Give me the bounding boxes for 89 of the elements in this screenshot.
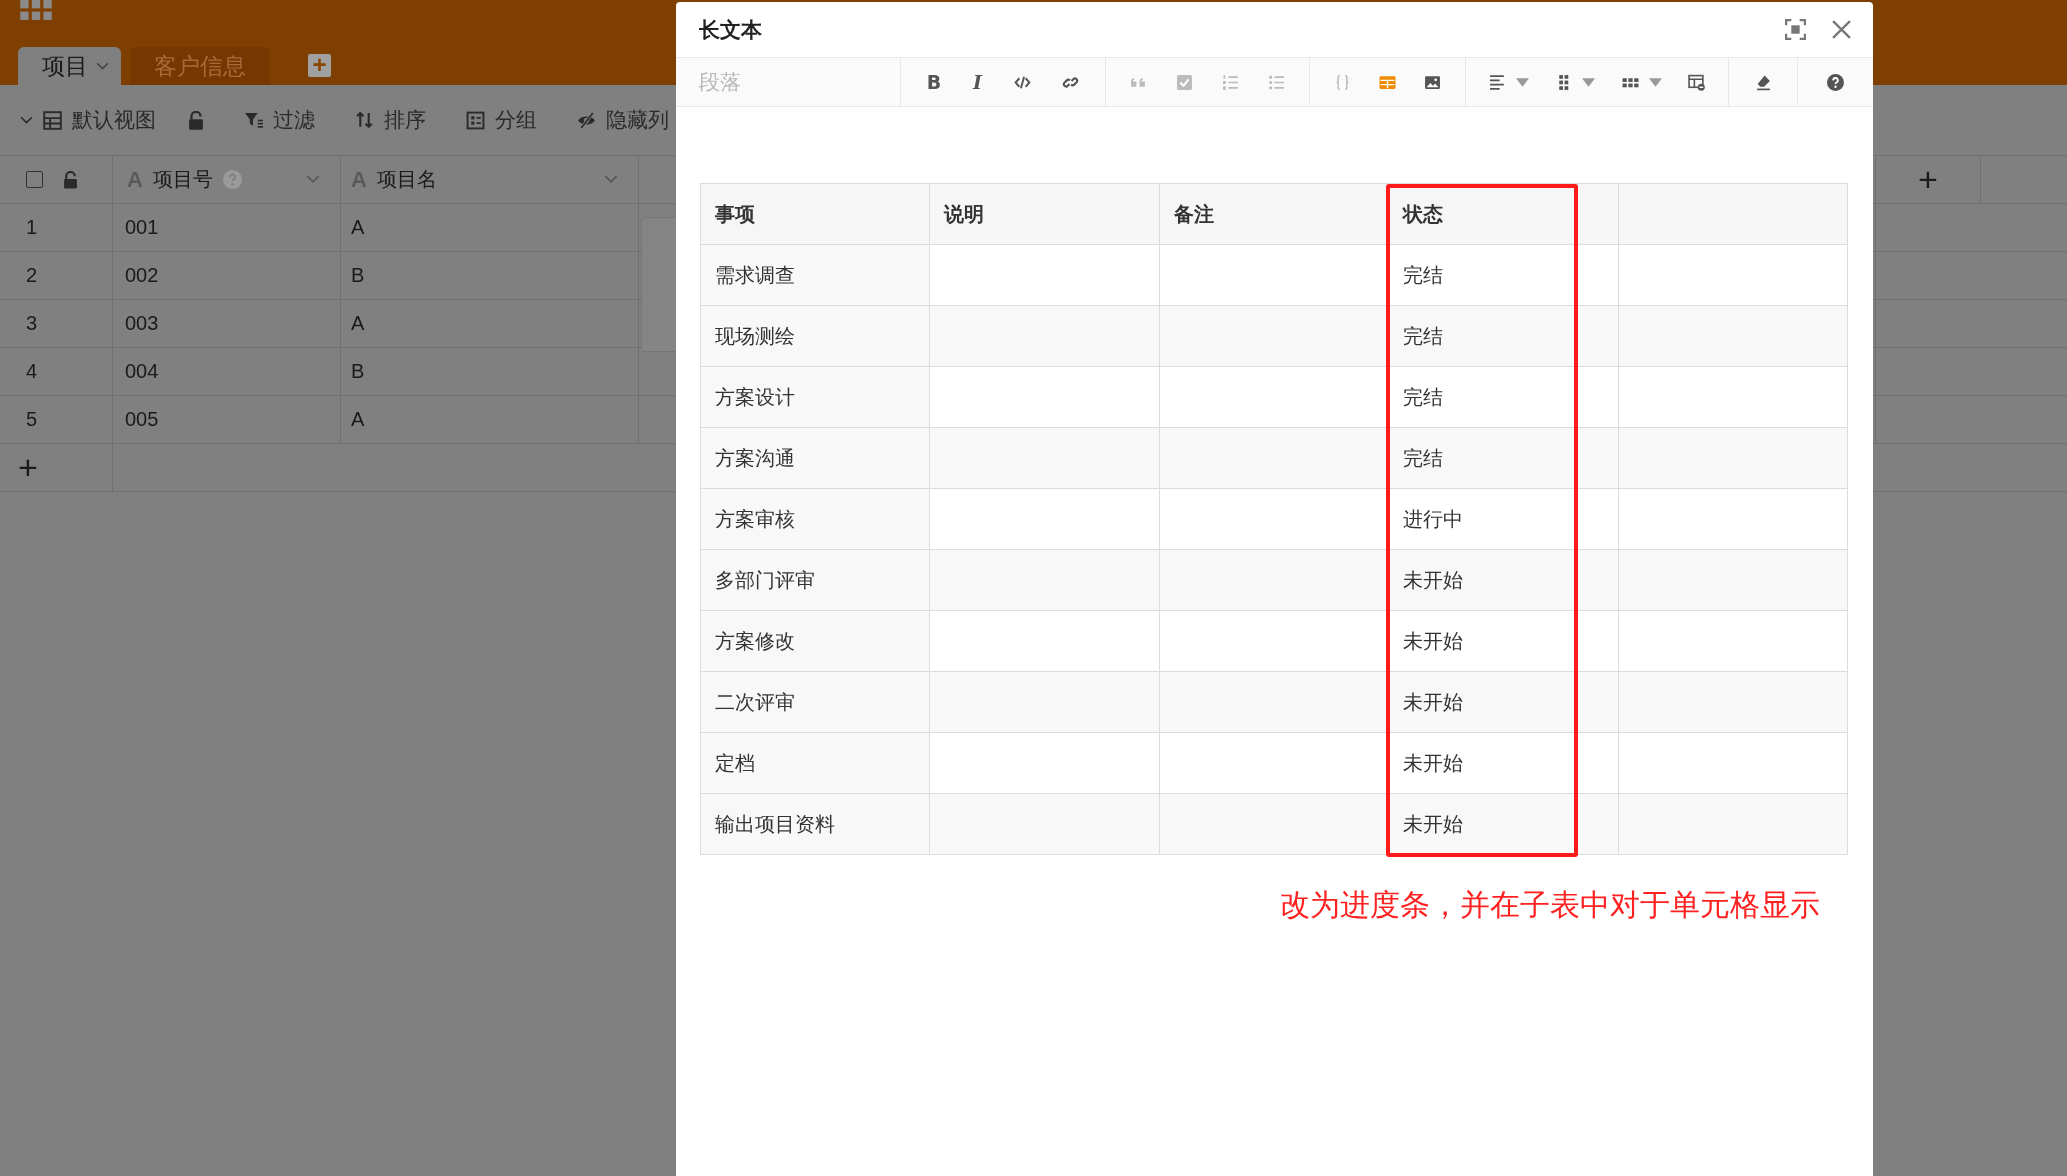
add-tab-button[interactable]: + (308, 54, 331, 77)
table-cell: 完结 (1388, 427, 1619, 489)
table-cell: 二次评审 (700, 671, 930, 733)
paragraph-select[interactable]: 段落 (676, 58, 901, 106)
lock-icon[interactable] (63, 170, 78, 189)
toolbar-sort-button[interactable]: 排序 (355, 106, 426, 134)
toolbar-help-button[interactable] (1827, 73, 1844, 91)
sheet-tab[interactable]: 客户信息 (130, 47, 270, 85)
view-selector[interactable]: 默认视图 (20, 106, 156, 134)
add-row-button[interactable]: + (0, 444, 113, 491)
group-icon (466, 110, 485, 130)
add-column-button[interactable]: + (1876, 156, 1981, 203)
eraser-icon (1754, 73, 1772, 91)
table-cell: 002 (113, 252, 341, 299)
sort-icon (355, 110, 374, 130)
table-cell: 完结 (1388, 244, 1619, 306)
table-cell: 定档 (700, 732, 930, 794)
table-cell: B (341, 252, 639, 299)
toolbar-hide-button[interactable]: 隐藏列 (577, 106, 669, 134)
column-header: 状态 (1388, 183, 1619, 245)
caret-down-icon (1582, 77, 1596, 87)
code-icon (1013, 73, 1031, 91)
toolbar-eraser-button[interactable] (1754, 73, 1772, 91)
row-number: 2 (0, 252, 113, 299)
row-number: 4 (0, 348, 113, 395)
column-header: 事项 (700, 183, 930, 245)
close-icon[interactable] (1832, 20, 1851, 39)
toolbar-image-button[interactable] (1424, 73, 1441, 91)
table-cell: A (341, 204, 639, 251)
table-cell: 方案审核 (700, 488, 930, 550)
chevron-down-icon (96, 61, 109, 71)
table-cell: 005 (113, 396, 341, 443)
table-cell: 需求调查 (700, 244, 930, 306)
toolbar-group-button[interactable]: 分组 (466, 106, 537, 134)
caret-down-icon (1648, 77, 1662, 87)
numbered-list-icon (1221, 73, 1239, 91)
table-cell: B (341, 348, 639, 395)
lock-icon[interactable] (188, 110, 204, 130)
row-number: 3 (0, 300, 113, 347)
table-cell: 方案设计 (700, 366, 930, 428)
table-icon (43, 110, 62, 130)
braces-icon (1334, 73, 1351, 91)
chevron-down-icon (20, 115, 33, 125)
help-icon (222, 170, 242, 189)
sheet-tab[interactable]: 项目 (18, 47, 121, 85)
table-cell: 完结 (1388, 366, 1619, 428)
row-number: 1 (0, 204, 113, 251)
table-cell: 输出项目资料 (700, 793, 930, 855)
apps-icon[interactable] (20, 0, 52, 21)
dialog-title: 长文本 (699, 16, 762, 43)
table-cell: 未开始 (1388, 793, 1619, 855)
toolbar-bold-button[interactable]: B (926, 71, 942, 93)
caret-down-icon (1516, 77, 1530, 87)
table-cell: 进行中 (1388, 488, 1619, 550)
table-cell: 方案修改 (700, 610, 930, 672)
table-cell: A (341, 396, 639, 443)
table-cell: 未开始 (1388, 549, 1619, 611)
table-cell: 未开始 (1388, 732, 1619, 794)
table-cell: 完结 (1388, 305, 1619, 367)
table-icon (1379, 73, 1396, 91)
help-icon (1827, 73, 1844, 91)
table-cell: 001 (113, 204, 341, 251)
align-left-icon (1489, 73, 1507, 91)
toolbar-code-button[interactable] (1013, 73, 1031, 91)
column-header: 说明 (929, 183, 1160, 245)
delete-table-icon (1687, 73, 1705, 91)
toolbar-table-button[interactable] (1379, 73, 1396, 91)
table-cell: A (341, 300, 639, 347)
row-number: 5 (0, 396, 113, 443)
filter-icon (244, 110, 263, 130)
table-cell: 多部门评审 (700, 549, 930, 611)
table-cell: 方案沟通 (700, 427, 930, 489)
table-cell: 未开始 (1388, 671, 1619, 733)
annotation-note: 改为进度条，并在子表中对于单元格显示 (1279, 887, 1821, 923)
table-cell: 现场测绘 (700, 305, 930, 367)
checkbox-icon (1176, 73, 1194, 91)
eye-slash-icon (577, 110, 596, 130)
table-cell: 003 (113, 300, 341, 347)
table-cell: 004 (113, 348, 341, 395)
select-all-checkbox[interactable] (26, 171, 43, 188)
toolbar-delete-table-button[interactable] (1687, 73, 1705, 91)
toolbar-align-button[interactable] (1489, 73, 1530, 91)
table-cell: 未开始 (1388, 610, 1619, 672)
bullet-list-icon (1267, 73, 1285, 91)
fullscreen-icon[interactable] (1785, 19, 1806, 40)
toolbar-italic-button[interactable]: I (972, 71, 982, 93)
column-header: 备注 (1159, 183, 1389, 245)
image-icon (1424, 73, 1441, 91)
toolbar-filter-button[interactable]: 过滤 (244, 106, 315, 134)
